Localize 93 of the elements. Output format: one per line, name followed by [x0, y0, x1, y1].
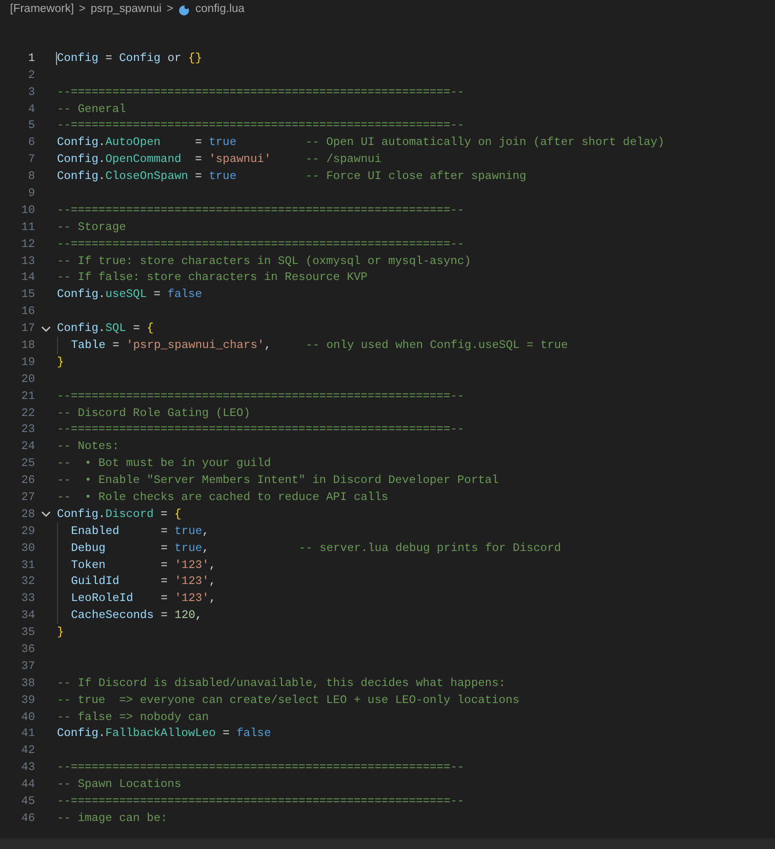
line-number: 45	[20, 794, 35, 810]
line-number: 24	[20, 439, 35, 456]
code-line: -- General	[57, 102, 126, 118]
line-number: 36	[20, 642, 35, 658]
code-line: -- Storage	[57, 220, 126, 236]
code-line: --=======================================================--	[57, 236, 464, 253]
line-number: 5	[27, 118, 35, 134]
code-line: Table = 'psrp_spawnui_chars', -- only used when Config.useSQL = true	[71, 338, 568, 354]
line-number: 11	[20, 220, 35, 236]
line-number: 25	[20, 456, 35, 472]
line-number: 28	[20, 506, 35, 523]
line-number: 12	[20, 236, 35, 253]
breadcrumb-item[interactable]: [Framework]	[10, 1, 74, 19]
code-line: -- If true: store characters in SQL (oxmysql or mysql-async)	[57, 254, 472, 270]
line-number: 42	[20, 743, 35, 760]
line-number: 31	[20, 558, 35, 574]
line-number: 23	[20, 422, 35, 438]
line-number: 14	[20, 270, 35, 286]
code-line: -- true => everyone can create/select LEO + use LEO-only locations	[57, 692, 520, 709]
line-number: 34	[20, 608, 35, 624]
line-number: 27	[20, 490, 35, 506]
line-number: 38	[20, 676, 35, 692]
code-line: -- Notes:	[57, 439, 120, 456]
line-number: 17	[20, 321, 35, 338]
line-number: 44	[20, 777, 35, 794]
code-line: LeoRoleId = '123',	[71, 591, 216, 608]
line-number: 3	[27, 84, 35, 101]
breadcrumb-separator: >	[166, 2, 174, 18]
code-line: Config.SQL = {	[57, 321, 154, 338]
line-number: 6	[27, 135, 35, 152]
code-line: -- Spawn Locations	[57, 777, 182, 794]
breadcrumb-item[interactable]: config.lua	[195, 1, 245, 19]
line-number: 26	[20, 473, 35, 490]
line-number: 2	[27, 68, 35, 84]
breadcrumb-separator: >	[78, 2, 86, 18]
line-number: 20	[20, 372, 35, 388]
code-line: }	[57, 354, 64, 371]
line-number: 35	[20, 625, 35, 642]
chevron-down-icon[interactable]	[41, 509, 51, 520]
line-number: 19	[20, 354, 35, 371]
code-line: CacheSeconds = 120,	[71, 608, 202, 624]
line-number: 43	[20, 760, 35, 776]
code-line: -- If Discord is disabled/unavailable, this decides what happens:	[57, 676, 506, 692]
chevron-down-icon[interactable]	[41, 324, 51, 334]
code-line: Config.CloseOnSpawn = true -- Force UI close after spawning	[57, 169, 526, 186]
line-number: 29	[20, 524, 35, 540]
code-line: Config = Config or {}	[57, 50, 202, 67]
line-number: 15	[20, 287, 35, 304]
line-number: 21	[20, 388, 35, 405]
code-line: -- • Bot must be in your guild	[57, 456, 271, 472]
line-number: 46	[20, 810, 35, 827]
code-line: Config.Discord = {	[57, 506, 182, 523]
code-line: -- image can be:	[57, 810, 168, 827]
code-line: --=======================================================--	[57, 760, 464, 776]
line-number: 39	[20, 692, 35, 709]
code-line: -- false => nobody can	[57, 710, 209, 726]
code-line: --=======================================================--	[57, 118, 464, 134]
line-number: 32	[20, 574, 35, 590]
code-line: Config.OpenCommand = 'spawnui' -- /spawnui	[57, 152, 382, 168]
code-line: --=======================================================--	[57, 388, 464, 405]
code-line: Token = '123',	[71, 558, 216, 574]
code-line: -- • Role checks are cached to reduce API calls	[57, 490, 388, 506]
code-line: Config.AutoOpen = true -- Open UI automatically on join (after short delay)	[57, 135, 664, 152]
code-line: Enabled = true,	[71, 524, 210, 540]
line-number: 37	[20, 658, 35, 675]
breadcrumb-item[interactable]: psrp_spawnui	[90, 1, 162, 19]
code-line: -- • Enable "Server Members Intent" in Discord Developer Portal	[57, 473, 499, 490]
code-line: --=======================================================--	[57, 794, 464, 810]
code-line: -- Discord Role Gating (LEO)	[57, 406, 250, 422]
line-number: 13	[20, 254, 35, 270]
line-number: 16	[20, 304, 35, 320]
code-line: -- If false: store characters in Resource KVP	[57, 270, 368, 286]
line-number: 22	[20, 406, 35, 422]
code-line: --=======================================================--	[57, 202, 464, 219]
line-number: 41	[20, 726, 35, 742]
line-number: 30	[20, 540, 35, 557]
line-number: 7	[27, 152, 35, 168]
code-line: }	[57, 625, 64, 642]
line-number: 4	[27, 102, 35, 118]
line-number: 40	[20, 710, 35, 726]
line-number: 33	[20, 591, 35, 608]
line-number: 1	[27, 50, 35, 67]
code-line: GuildId = '123',	[71, 574, 216, 590]
line-number: 9	[27, 186, 35, 202]
code-line: --=======================================================--	[57, 84, 464, 101]
code-line: Config.FallbackAllowLeo = false	[57, 726, 271, 742]
code-line: Debug = true, -- server.lua debug prints for Discord	[71, 540, 562, 557]
moon-icon	[178, 4, 190, 16]
line-number: 8	[27, 169, 35, 186]
code-line: --=======================================================--	[57, 422, 464, 438]
code-line: Config.useSQL = false	[57, 287, 202, 304]
line-number: 10	[20, 202, 35, 219]
line-number: 18	[20, 338, 35, 354]
